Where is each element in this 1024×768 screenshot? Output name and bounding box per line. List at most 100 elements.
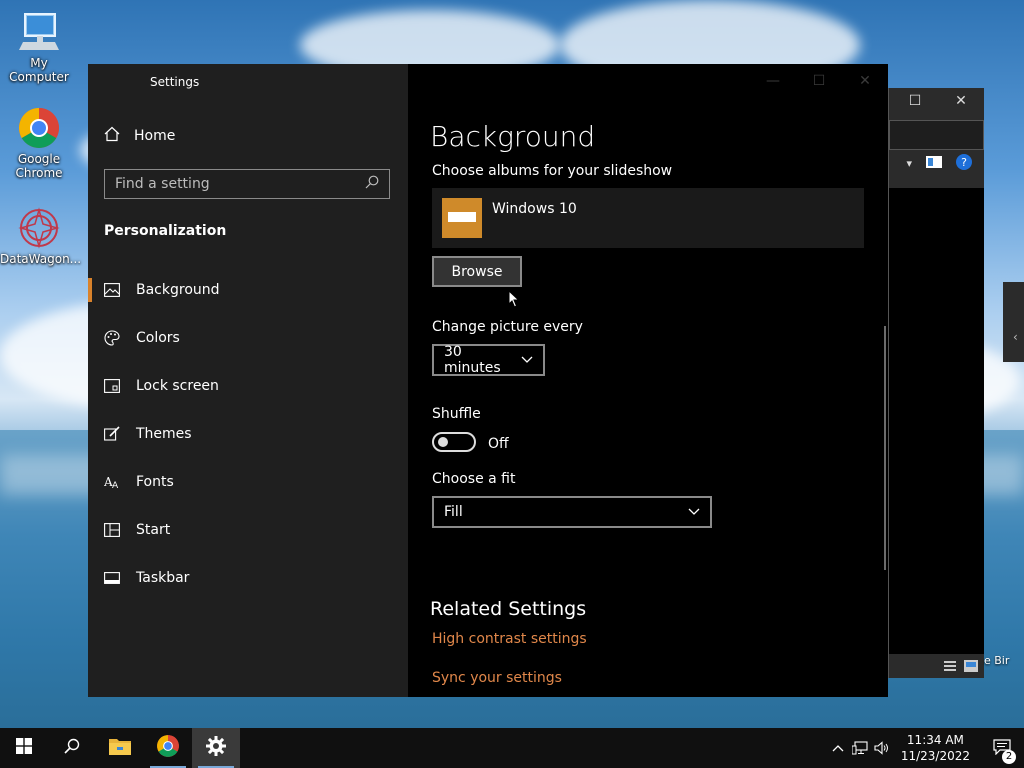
fit-value: Fill — [444, 504, 463, 520]
chrome-icon — [156, 734, 180, 762]
close-icon[interactable]: ✕ — [938, 93, 984, 109]
sidebar-item-label: Colors — [136, 330, 180, 346]
desktop-icon-google-chrome[interactable]: Google Chrome — [0, 106, 78, 180]
nav-home-label: Home — [134, 128, 176, 144]
change-every-label: Change picture every — [432, 319, 583, 335]
shuffle-label: Shuffle — [432, 406, 481, 422]
albums-label: Choose albums for your slideshow — [432, 163, 673, 179]
clock[interactable]: 11:34 AM 11/23/2022 — [901, 732, 970, 764]
lock-screen-icon — [104, 378, 120, 394]
taskbar-chrome[interactable] — [144, 728, 192, 768]
desktop-icon-datawagon[interactable]: DataWagon... — [0, 206, 82, 266]
chevron-down-icon — [688, 504, 700, 520]
app-title: Settings — [150, 75, 200, 89]
large-icons-view-icon[interactable] — [964, 657, 978, 676]
start-grid-icon — [104, 522, 120, 538]
settings-nav-pane: Settings Home Find a setting Personaliza… — [88, 64, 408, 697]
help-icon[interactable]: ? — [956, 153, 972, 173]
mouse-cursor — [508, 289, 520, 312]
network-icon[interactable] — [849, 741, 871, 755]
sidebar-item-label: Fonts — [136, 474, 174, 490]
album-name: Windows 10 — [492, 201, 577, 217]
search-icon[interactable] — [365, 175, 379, 193]
minimize-icon[interactable]: — — [750, 64, 796, 98]
sidebar-item-themes[interactable]: Themes — [88, 410, 408, 458]
brush-icon — [104, 426, 120, 442]
fit-label: Choose a fit — [432, 471, 516, 487]
sidebar-item-lock-screen[interactable]: Lock screen — [88, 362, 408, 410]
gear-icon — [206, 736, 226, 760]
picture-icon — [104, 282, 120, 298]
fit-dropdown[interactable]: Fill — [432, 496, 712, 528]
clock-date: 11/23/2022 — [900, 749, 970, 763]
notification-count-badge: 2 — [1002, 749, 1016, 764]
maximize-icon[interactable]: ☐ — [892, 93, 938, 109]
album-item[interactable]: Windows 10 — [432, 188, 864, 248]
sidebar-item-fonts[interactable]: AA Fonts — [88, 458, 408, 506]
start-button[interactable] — [0, 728, 48, 768]
desktop-icon-label: Google Chrome — [15, 152, 63, 180]
search-placeholder: Find a setting — [115, 176, 210, 192]
view-pane-icon[interactable] — [926, 155, 942, 171]
datawagon-icon — [17, 206, 61, 250]
settings-window[interactable]: Settings Home Find a setting Personaliza… — [88, 64, 888, 697]
svg-text:A: A — [112, 481, 119, 489]
shuffle-toggle[interactable] — [432, 432, 476, 452]
scrollbar[interactable] — [884, 326, 886, 570]
search-input[interactable]: Find a setting — [104, 169, 390, 199]
details-view-icon[interactable] — [944, 657, 956, 676]
svg-text:?: ? — [961, 156, 967, 169]
toggle-knob — [438, 437, 448, 447]
home-icon — [104, 126, 120, 146]
change-every-dropdown[interactable]: 30 minutes — [432, 344, 545, 376]
windows-logo-icon — [16, 738, 32, 758]
palette-icon — [104, 330, 120, 346]
browse-button[interactable]: Browse — [432, 256, 522, 287]
background-window-edge[interactable]: ‹ — [1003, 282, 1024, 362]
album-folder-icon — [442, 198, 482, 238]
chevron-left-icon[interactable]: ‹ — [1013, 330, 1018, 344]
chevron-down-icon — [521, 352, 533, 368]
sync-settings-link[interactable]: Sync your settings — [432, 670, 562, 686]
taskbar: 11:34 AM 11/23/2022 2 — [0, 728, 1024, 768]
background-explorer-window[interactable]: ☐ ✕ ▾ ? — [888, 88, 984, 678]
taskbar-file-explorer[interactable] — [96, 728, 144, 768]
desktop-icon-label: DataWagon... — [0, 252, 82, 266]
clock-time: 11:34 AM — [906, 733, 964, 747]
sidebar-item-colors[interactable]: Colors — [88, 314, 408, 362]
sidebar-item-start[interactable]: Start — [88, 506, 408, 554]
high-contrast-link[interactable]: High contrast settings — [432, 631, 587, 647]
search-icon — [64, 738, 80, 758]
taskbar-icon — [104, 570, 120, 586]
taskbar-search-button[interactable] — [48, 728, 96, 768]
computer-icon — [17, 10, 61, 54]
chrome-icon — [17, 106, 61, 150]
maximize-icon[interactable]: ☐ — [796, 64, 842, 98]
change-every-value: 30 minutes — [444, 344, 501, 376]
related-settings-title: Related Settings — [430, 598, 587, 620]
folder-icon — [108, 736, 132, 760]
sidebar-item-label: Themes — [136, 426, 192, 442]
close-icon[interactable]: ✕ — [842, 64, 888, 98]
address-bar[interactable] — [889, 120, 984, 150]
chevron-up-icon[interactable] — [827, 744, 849, 752]
sidebar-item-label: Background — [136, 282, 220, 298]
dropdown-arrow-icon[interactable]: ▾ — [906, 157, 912, 170]
sidebar-item-label: Start — [136, 522, 171, 538]
font-icon: AA — [104, 474, 120, 490]
nav-section-heading: Personalization — [104, 223, 227, 239]
volume-icon[interactable] — [871, 741, 893, 755]
shuffle-state: Off — [488, 436, 509, 452]
sidebar-item-label: Lock screen — [136, 378, 219, 394]
desktop-icon-my-computer[interactable]: My Computer — [0, 10, 78, 84]
settings-content-pane: — ☐ ✕ Background Choose albums for your … — [408, 64, 888, 697]
sidebar-item-label: Taskbar — [136, 570, 190, 586]
taskbar-settings[interactable] — [192, 728, 240, 768]
sidebar-item-taskbar[interactable]: Taskbar — [88, 554, 408, 602]
action-center-button[interactable]: 2 — [980, 738, 1024, 764]
desktop-icon-label: My Computer — [9, 56, 69, 84]
nav-home[interactable]: Home — [104, 126, 175, 146]
system-tray: 11:34 AM 11/23/2022 2 — [827, 728, 1024, 768]
sidebar-item-background[interactable]: Background — [88, 266, 408, 314]
partial-text: e Bir — [984, 654, 1010, 667]
